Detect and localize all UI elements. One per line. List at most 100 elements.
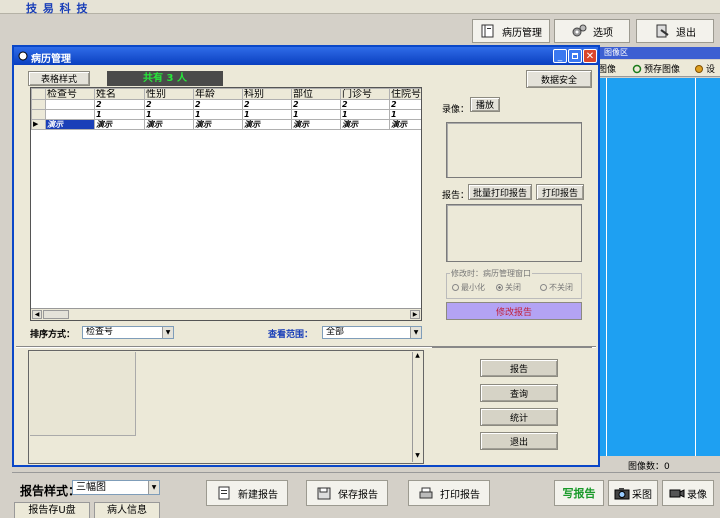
- printer-icon: [419, 487, 433, 499]
- radio-close[interactable]: 关闭: [496, 282, 521, 293]
- table-cell[interactable]: 演示: [45, 119, 95, 130]
- table-cell[interactable]: 1: [389, 109, 421, 120]
- records-table[interactable]: 检查号 姓名 性别 年龄 科别 部位 门诊号 住院号 2 2 2 2 2 2 2: [31, 88, 421, 130]
- table-cell[interactable]: 2: [340, 99, 390, 110]
- close-button[interactable]: ✕: [583, 49, 597, 63]
- table-cell[interactable]: 2: [94, 99, 145, 110]
- column-header[interactable]: 科别: [242, 88, 292, 100]
- table-row[interactable]: 1 1 1 1 1 1 1: [31, 109, 421, 120]
- image-preview-label: 预存图像: [644, 65, 681, 75]
- print-report-side-button[interactable]: 打印报告: [536, 184, 584, 200]
- radio-checked-icon: [496, 284, 503, 291]
- table-cell[interactable]: 演示: [389, 119, 421, 130]
- exit-app-label: 退出: [676, 27, 696, 39]
- table-cell[interactable]: 演示: [193, 119, 243, 130]
- print-report-button[interactable]: 打印报告: [408, 480, 490, 506]
- query-button[interactable]: 查询: [480, 384, 558, 402]
- table-row-selected[interactable]: ▶ 演示 演示 演示 演示 演示 演示 演示 演示: [31, 119, 421, 130]
- report-style-value: 三幅图: [76, 482, 106, 493]
- records-management-button[interactable]: 病历管理: [472, 19, 550, 43]
- vertical-scrollbar[interactable]: ▲ ▼: [412, 352, 422, 462]
- table-cell[interactable]: 2: [242, 99, 292, 110]
- play-button[interactable]: 播放: [470, 97, 500, 112]
- scroll-right-arrow[interactable]: ▶: [410, 310, 420, 319]
- column-header[interactable]: 年龄: [193, 88, 243, 100]
- table-style-button[interactable]: 表格样式: [28, 71, 90, 86]
- write-report-button[interactable]: 写报告: [554, 480, 604, 506]
- modify-report-button[interactable]: 修改报告: [446, 302, 582, 320]
- exit-icon: [656, 24, 669, 38]
- tab-patient-info[interactable]: 病人信息: [94, 502, 160, 518]
- table-cell[interactable]: 演示: [291, 119, 341, 130]
- new-report-button[interactable]: 新建报告: [206, 480, 288, 506]
- camera-icon: [614, 488, 630, 500]
- record-button[interactable]: 录像: [662, 480, 714, 506]
- options-button[interactable]: 选项: [554, 19, 630, 43]
- column-header[interactable]: 门诊号: [340, 88, 390, 100]
- report-style-select[interactable]: 三幅图 ▼: [72, 480, 160, 495]
- radio-empty-icon: [452, 284, 459, 291]
- column-header[interactable]: 住院号: [389, 88, 421, 100]
- save-report-label: 保存报告: [338, 489, 378, 501]
- maximize-button[interactable]: [568, 49, 582, 63]
- tab-usb[interactable]: 报告存U盘: [14, 502, 90, 518]
- batch-print-button[interactable]: 批量打印报告: [468, 184, 532, 200]
- table-cell[interactable]: 1: [144, 109, 194, 120]
- scroll-left-arrow[interactable]: ◀: [32, 310, 42, 319]
- table-cell[interactable]: 1: [193, 109, 243, 120]
- exit-app-button[interactable]: 退出: [636, 19, 714, 43]
- table-cell[interactable]: [45, 99, 95, 110]
- table-cell[interactable]: 2: [291, 99, 341, 110]
- detail-thumbnail: [30, 352, 136, 436]
- print-report-label: 打印报告: [440, 489, 480, 501]
- write-report-label: 写报告: [562, 487, 596, 500]
- row-indicator: [31, 99, 46, 110]
- capture-button[interactable]: 采图: [608, 480, 658, 506]
- scroll-thumb[interactable]: [43, 310, 69, 319]
- table-cell[interactable]: 演示: [340, 119, 390, 130]
- image-save-button[interactable]: 图像: [598, 62, 628, 75]
- sort-select[interactable]: 检查号 ▼: [82, 326, 174, 339]
- minimize-button[interactable]: _: [553, 49, 567, 63]
- radio-minimize[interactable]: 最小化: [452, 282, 485, 293]
- column-header[interactable]: 检查号: [45, 88, 95, 100]
- table-cell[interactable]: 1: [291, 109, 341, 120]
- column-header[interactable]: 性别: [144, 88, 194, 100]
- table-cell[interactable]: 演示: [94, 119, 145, 130]
- table-cell[interactable]: 演示: [242, 119, 292, 130]
- image-settings-button[interactable]: 设: [694, 62, 720, 75]
- image-preview-button[interactable]: 预存图像: [632, 62, 690, 75]
- column-header[interactable]: 部位: [291, 88, 341, 100]
- table-cell[interactable]: [45, 109, 95, 120]
- table-cell[interactable]: 1: [340, 109, 390, 120]
- table-cell[interactable]: 2: [193, 99, 243, 110]
- data-safety-button[interactable]: 数据安全: [526, 70, 592, 88]
- view-range-label: 查看范围：: [268, 330, 314, 340]
- stats-button[interactable]: 统计: [480, 408, 558, 426]
- app-header: [0, 0, 720, 14]
- gears-icon: [572, 24, 587, 37]
- report-button[interactable]: 报告: [480, 359, 558, 377]
- table-cell[interactable]: 2: [144, 99, 194, 110]
- table-cell[interactable]: 1: [242, 109, 292, 120]
- table-cell[interactable]: 1: [94, 109, 145, 120]
- app-icon: [18, 51, 28, 61]
- horizontal-scrollbar[interactable]: ◀ ▶: [31, 308, 421, 320]
- table-cell[interactable]: 2: [389, 99, 421, 110]
- table-cell[interactable]: 演示: [144, 119, 194, 130]
- view-range-select[interactable]: 全部 ▼: [322, 326, 422, 339]
- radio-close-label: 关闭: [505, 283, 521, 292]
- report-preview: [446, 204, 582, 262]
- save-report-button[interactable]: 保存报告: [306, 480, 388, 506]
- new-document-icon: [218, 486, 230, 500]
- column-header[interactable]: 姓名: [94, 88, 145, 100]
- image-save-label: 图像: [598, 65, 617, 75]
- exit-window-button[interactable]: 退出: [480, 432, 558, 450]
- scroll-up-arrow[interactable]: ▲: [413, 352, 422, 362]
- row-indicator: [31, 109, 46, 120]
- total-count: 共有 3 人: [107, 71, 223, 86]
- sort-value: 检查号: [86, 327, 114, 337]
- scroll-down-arrow[interactable]: ▼: [413, 452, 422, 462]
- table-row[interactable]: 2 2 2 2 2 2 2: [31, 99, 421, 110]
- radio-no-close[interactable]: 不关闭: [540, 282, 573, 293]
